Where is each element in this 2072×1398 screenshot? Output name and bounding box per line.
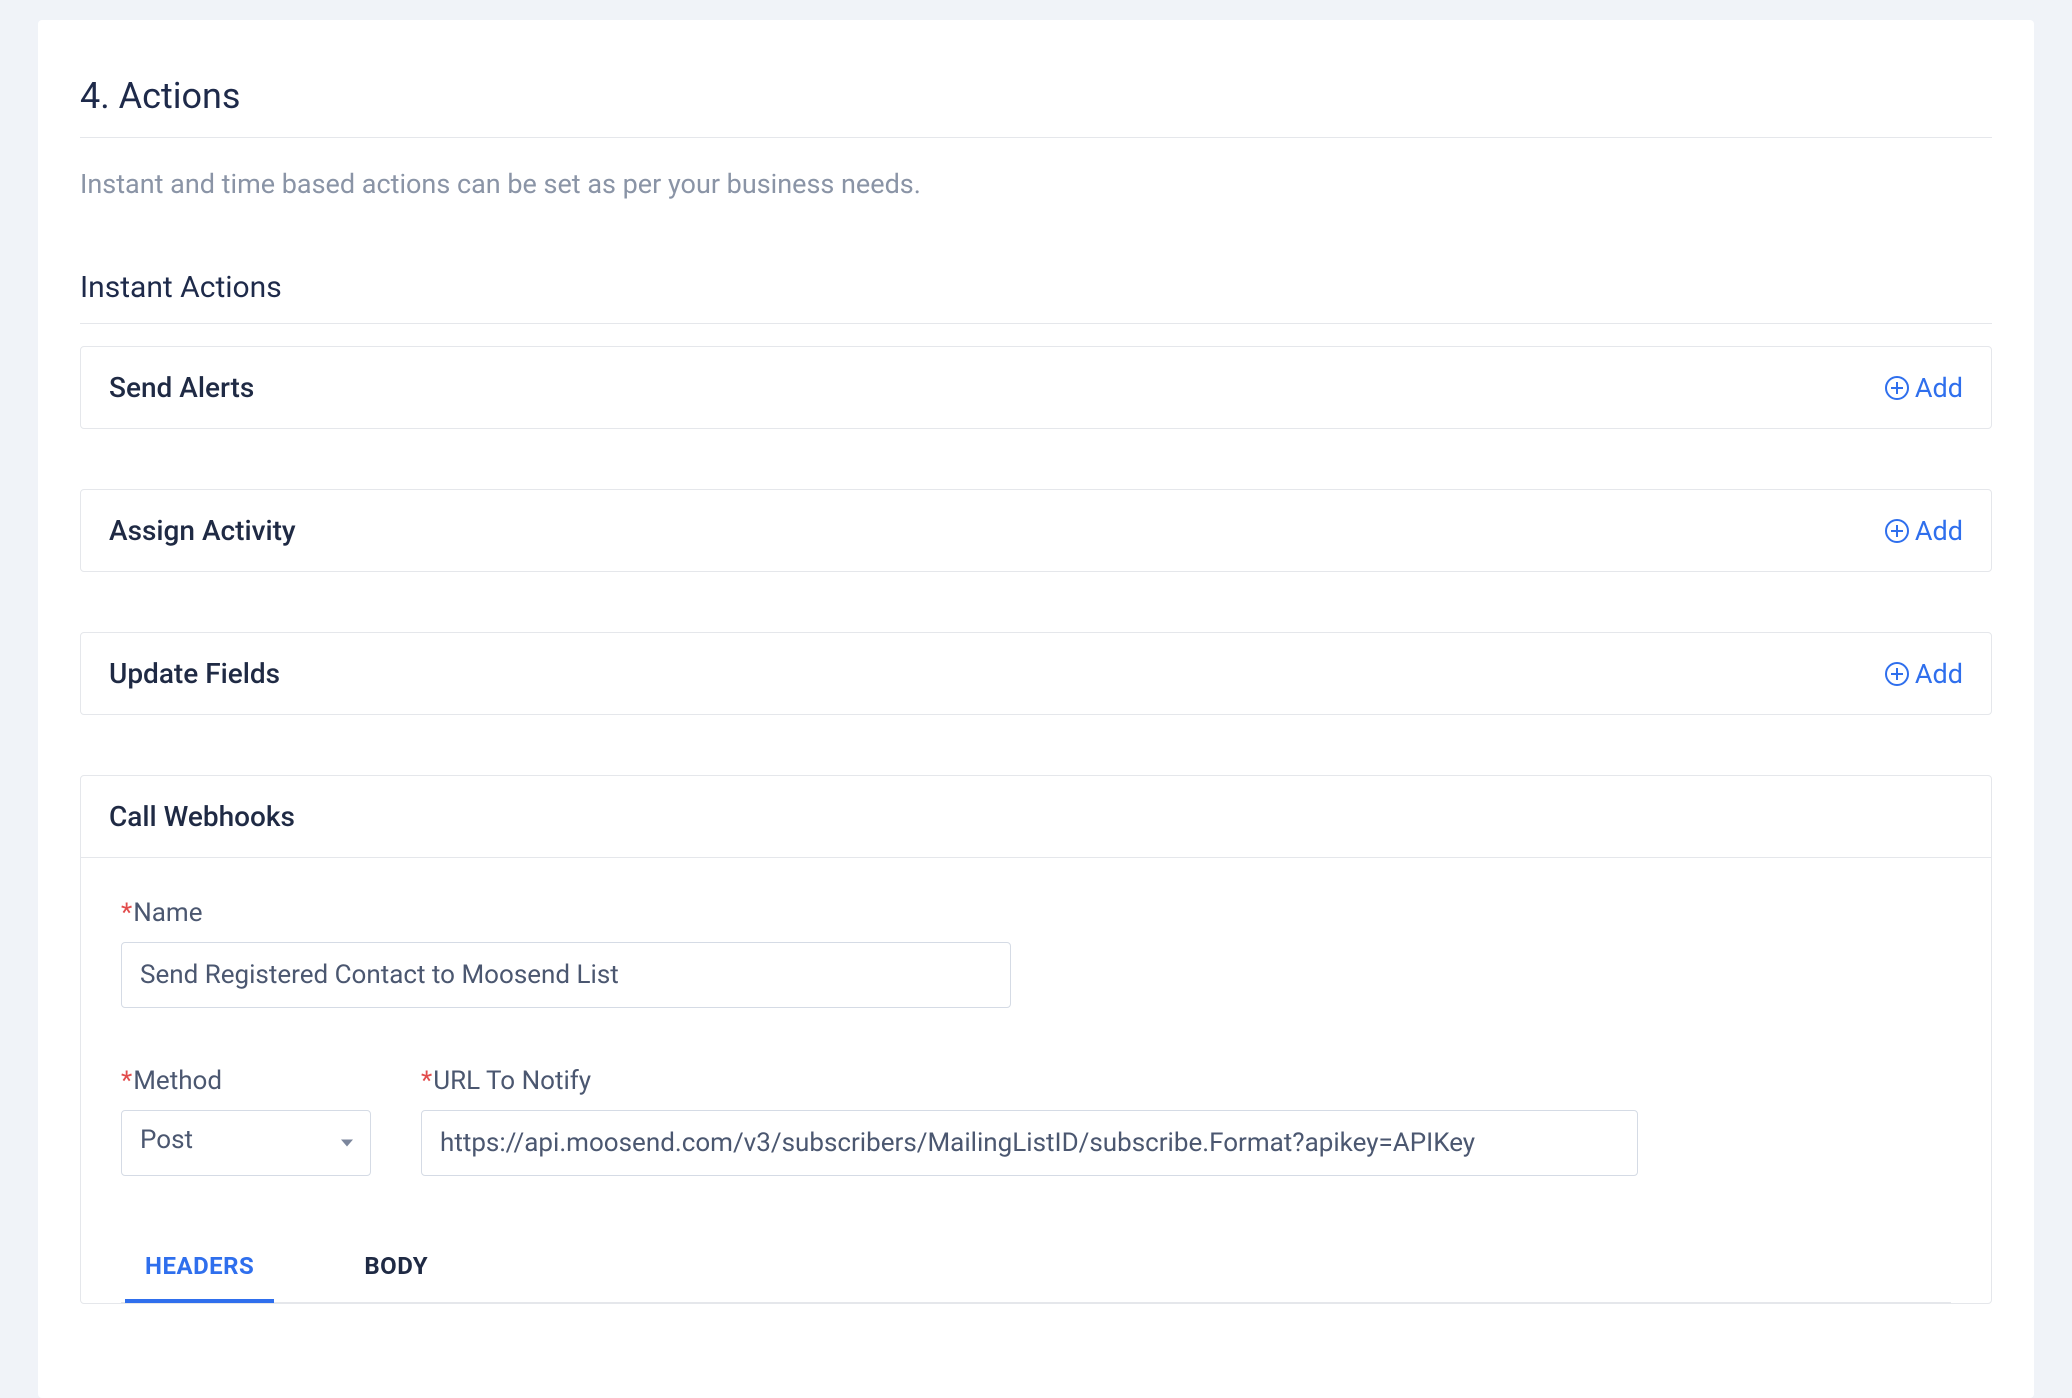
update-fields-row: Update Fields Add [80, 632, 1992, 715]
url-input[interactable] [421, 1110, 1638, 1176]
name-input[interactable] [121, 942, 1011, 1008]
required-marker: * [421, 1066, 432, 1096]
plus-circle-icon [1885, 519, 1909, 543]
send-alerts-add-button[interactable]: Add [1885, 372, 1963, 404]
section-description: Instant and time based actions can be se… [80, 168, 1992, 200]
required-marker: * [121, 898, 132, 928]
method-group: *Method Post [121, 1066, 371, 1176]
instant-divider [80, 323, 1992, 324]
assign-activity-row: Assign Activity Add [80, 489, 1992, 572]
url-label-text: URL To Notify [433, 1066, 591, 1096]
update-fields-add-button[interactable]: Add [1885, 658, 1963, 690]
actions-card: 4. Actions Instant and time based action… [38, 20, 2034, 1398]
name-label: *Name [121, 898, 1011, 928]
webhook-tabs: HEADERS BODY [121, 1234, 1951, 1303]
method-select-wrap: Post [121, 1110, 371, 1176]
update-fields-label: Update Fields [109, 657, 280, 690]
method-label-text: Method [133, 1066, 222, 1096]
send-alerts-row: Send Alerts Add [80, 346, 1992, 429]
url-label: *URL To Notify [421, 1066, 1638, 1096]
webhook-header: Call Webhooks [81, 776, 1991, 858]
add-label: Add [1915, 372, 1963, 404]
call-webhooks-panel: Call Webhooks *Name *Method Post [80, 775, 1992, 1304]
plus-circle-icon [1885, 376, 1909, 400]
tab-headers[interactable]: HEADERS [125, 1234, 274, 1302]
section-title: 4. Actions [80, 75, 1992, 117]
assign-activity-label: Assign Activity [109, 514, 296, 547]
add-label: Add [1915, 658, 1963, 690]
plus-circle-icon [1885, 662, 1909, 686]
send-alerts-label: Send Alerts [109, 371, 254, 404]
name-label-text: Name [133, 898, 202, 928]
method-select[interactable]: Post [121, 1110, 371, 1176]
add-label: Add [1915, 515, 1963, 547]
section-divider [80, 137, 1992, 138]
tab-body[interactable]: BODY [344, 1234, 448, 1302]
webhook-title: Call Webhooks [109, 800, 295, 833]
method-label: *Method [121, 1066, 371, 1096]
webhook-body: *Name *Method Post *URL To Notify [81, 858, 1991, 1303]
required-marker: * [121, 1066, 132, 1096]
name-group: *Name [121, 898, 1011, 1008]
url-group: *URL To Notify [421, 1066, 1638, 1176]
assign-activity-add-button[interactable]: Add [1885, 515, 1963, 547]
instant-actions-title: Instant Actions [80, 270, 1992, 305]
